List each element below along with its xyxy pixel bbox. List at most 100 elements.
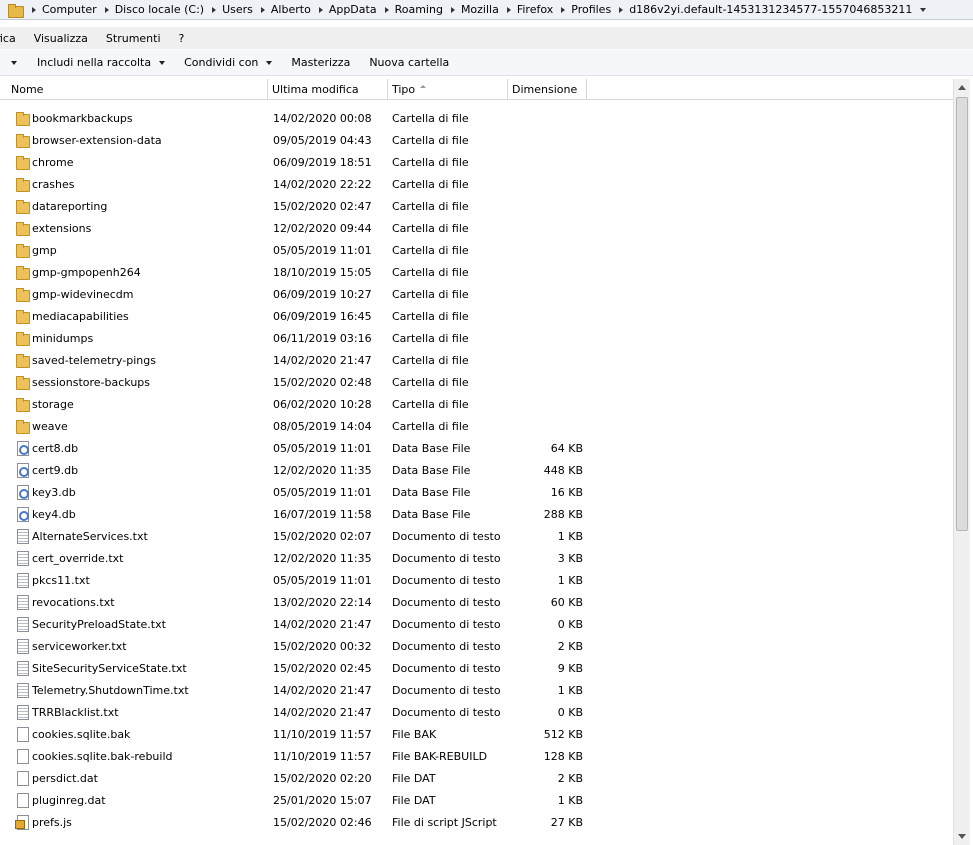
file-row[interactable]: cert_override.txt 12/02/2020 11:35 Documen… <box>0 547 953 569</box>
breadcrumb-item[interactable]: AppData <box>329 3 377 16</box>
file-name-cell: revocations.txt <box>0 594 268 610</box>
breadcrumb-item[interactable]: Mozilla <box>461 3 499 16</box>
file-row[interactable]: cookies.sqlite.bak-rebuild 11/10/2019 11:… <box>0 745 953 767</box>
file-name-cell: mediacapabilities <box>0 308 268 324</box>
file-row[interactable]: cert9.db 12/02/2020 11:35 Data Base File 44… <box>0 459 953 481</box>
file-name: minidumps <box>32 331 94 345</box>
file-row[interactable]: gmp-gmpopenh264 18/10/2019 15:05 Cartella … <box>0 261 953 283</box>
chevron-right-icon[interactable] <box>260 6 265 13</box>
file-row[interactable]: cookies.sqlite.bak 11/10/2019 11:57 File B… <box>0 723 953 745</box>
file-name: cert9.db <box>32 463 79 477</box>
chevron-right-icon[interactable] <box>506 6 511 13</box>
file-row[interactable]: pkcs11.txt 05/05/2019 11:01 Documento di t… <box>0 569 953 591</box>
breadcrumb-item[interactable]: Profiles <box>571 3 611 16</box>
chevron-right-icon[interactable] <box>561 6 566 13</box>
chevron-down-icon[interactable] <box>920 7 927 12</box>
scroll-down-button[interactable] <box>954 828 970 845</box>
file-row[interactable]: SecurityPreloadState.txt 14/02/2020 21:47… <box>0 613 953 635</box>
file-type: Cartella di file <box>392 419 469 433</box>
file-date: 14/02/2020 21:47 <box>273 353 372 367</box>
txt-icon <box>15 572 30 588</box>
burn-button[interactable]: Masterizza <box>291 56 350 69</box>
column-header-type[interactable]: Tipo <box>388 79 508 100</box>
file-row[interactable]: serviceworker.txt 15/02/2020 00:32 Documen… <box>0 635 953 657</box>
file-row[interactable]: weave 08/05/2019 14:04 Cartella di file <box>0 415 953 437</box>
file-size: 27 KB <box>550 815 583 829</box>
breadcrumb-item[interactable]: Disco locale (C:) <box>115 3 204 16</box>
menu-help[interactable]: ? <box>179 32 185 45</box>
file-row[interactable]: browser-extension-data 09/05/2019 04:43 Ca… <box>0 129 953 151</box>
file-date: 11/10/2019 11:57 <box>273 727 372 741</box>
chevron-right-icon[interactable] <box>212 6 217 13</box>
file-type: File BAK-REBUILD <box>392 749 488 763</box>
chevron-right-icon[interactable] <box>32 6 36 13</box>
file-row[interactable]: extensions 12/02/2020 09:44 Cartella di fi… <box>0 217 953 239</box>
organize-button[interactable] <box>3 60 17 65</box>
file-type: Cartella di file <box>392 375 469 389</box>
folder-icon <box>15 308 30 324</box>
folder-icon <box>15 286 30 302</box>
file-type: File di script JScript <box>392 815 497 829</box>
file-date: 06/09/2019 18:51 <box>273 155 372 169</box>
file-name: crashes <box>32 177 75 191</box>
include-in-library-button[interactable]: Includi nella raccolta <box>37 56 166 69</box>
menu-view[interactable]: Visualizza <box>34 32 88 45</box>
file-row[interactable]: AlternateServices.txt 15/02/2020 02:07 Doc… <box>0 525 953 547</box>
file-row[interactable]: Telemetry.ShutdownTime.txt 14/02/2020 21:… <box>0 679 953 701</box>
breadcrumb-item[interactable]: d186v2yi.default-1453131234577-155704685… <box>629 3 912 16</box>
file-name-cell: gmp-gmpopenh264 <box>0 264 268 280</box>
file-row[interactable]: persdict.dat 15/02/2020 02:20 File DAT 2 KB <box>0 767 953 789</box>
file-row[interactable]: mediacapabilities 06/09/2019 16:45 Cartell… <box>0 305 953 327</box>
chevron-right-icon[interactable] <box>450 6 455 13</box>
txt-icon <box>15 660 30 676</box>
chevron-right-icon[interactable] <box>619 6 624 13</box>
breadcrumb-item[interactable]: Computer <box>42 3 97 16</box>
column-header-name[interactable]: Nome <box>0 79 268 100</box>
file-size: 0 KB <box>557 617 583 631</box>
menu-file[interactable]: fica <box>0 32 16 45</box>
file-row[interactable]: chrome 06/09/2019 18:51 Cartella di file <box>0 151 953 173</box>
column-header-date[interactable]: Ultima modifica <box>268 79 388 100</box>
file-icon <box>15 770 30 786</box>
file-size: 512 KB <box>543 727 583 741</box>
chevron-right-icon[interactable] <box>318 6 323 13</box>
file-row[interactable]: prefs.js 15/02/2020 02:46 File di script J… <box>0 811 953 833</box>
file-row[interactable]: gmp-widevinecdm 06/09/2019 10:27 Cartella … <box>0 283 953 305</box>
file-row[interactable]: bookmarkbackups 14/02/2020 00:08 Cartella … <box>0 107 953 129</box>
file-row[interactable]: pluginreg.dat 25/01/2020 15:07 File DAT 1 K… <box>0 789 953 811</box>
share-with-button[interactable]: Condividi con <box>184 56 273 69</box>
file-name: key3.db <box>32 485 76 499</box>
chevron-right-icon[interactable] <box>384 6 389 13</box>
file-row[interactable]: datareporting 15/02/2020 02:47 Cartella di… <box>0 195 953 217</box>
scroll-up-button[interactable] <box>954 79 970 96</box>
file-row[interactable]: saved-telemetry-pings 14/02/2020 21:47 Car… <box>0 349 953 371</box>
scroll-thumb[interactable] <box>956 97 968 531</box>
file-row[interactable]: TRRBlacklist.txt 14/02/2020 21:47 Document… <box>0 701 953 723</box>
file-row[interactable]: crashes 14/02/2020 22:22 Cartella di file <box>0 173 953 195</box>
file-row[interactable]: key4.db 16/07/2019 11:58 Data Base File 288… <box>0 503 953 525</box>
file-row[interactable]: minidumps 06/11/2019 03:16 Cartella di fil… <box>0 327 953 349</box>
breadcrumb-item[interactable]: Users <box>222 3 253 16</box>
file-icon <box>15 726 30 742</box>
file-size: 2 KB <box>557 771 583 785</box>
file-name-cell: cert_override.txt <box>0 550 268 566</box>
file-row[interactable]: key3.db 05/05/2019 11:01 Data Base File 16 … <box>0 481 953 503</box>
column-header-size[interactable]: Dimensione <box>508 79 587 100</box>
file-row[interactable]: gmp 05/05/2019 11:01 Cartella di file <box>0 239 953 261</box>
address-bar[interactable]: Computer Disco locale (C:) Users Alberto App… <box>0 0 973 20</box>
file-row[interactable]: SiteSecurityServiceState.txt 15/02/2020 0… <box>0 657 953 679</box>
file-row[interactable]: cert8.db 05/05/2019 11:01 Data Base File 64… <box>0 437 953 459</box>
breadcrumb-item[interactable]: Firefox <box>517 3 553 16</box>
new-folder-button[interactable]: Nuova cartella <box>369 56 449 69</box>
chevron-right-icon[interactable] <box>104 6 109 13</box>
breadcrumb-item[interactable]: Roaming <box>395 3 443 16</box>
file-name-cell: cookies.sqlite.bak <box>0 726 268 742</box>
file-row[interactable]: revocations.txt 13/02/2020 22:14 Documento… <box>0 591 953 613</box>
file-row[interactable]: storage 06/02/2020 10:28 Cartella di file <box>0 393 953 415</box>
file-name: cert8.db <box>32 441 79 455</box>
file-row[interactable]: sessionstore-backups 15/02/2020 02:48 Cart… <box>0 371 953 393</box>
vertical-scrollbar[interactable] <box>953 79 970 845</box>
file-name-cell: browser-extension-data <box>0 132 268 148</box>
breadcrumb-item[interactable]: Alberto <box>271 3 311 16</box>
menu-tools[interactable]: Strumenti <box>106 32 161 45</box>
